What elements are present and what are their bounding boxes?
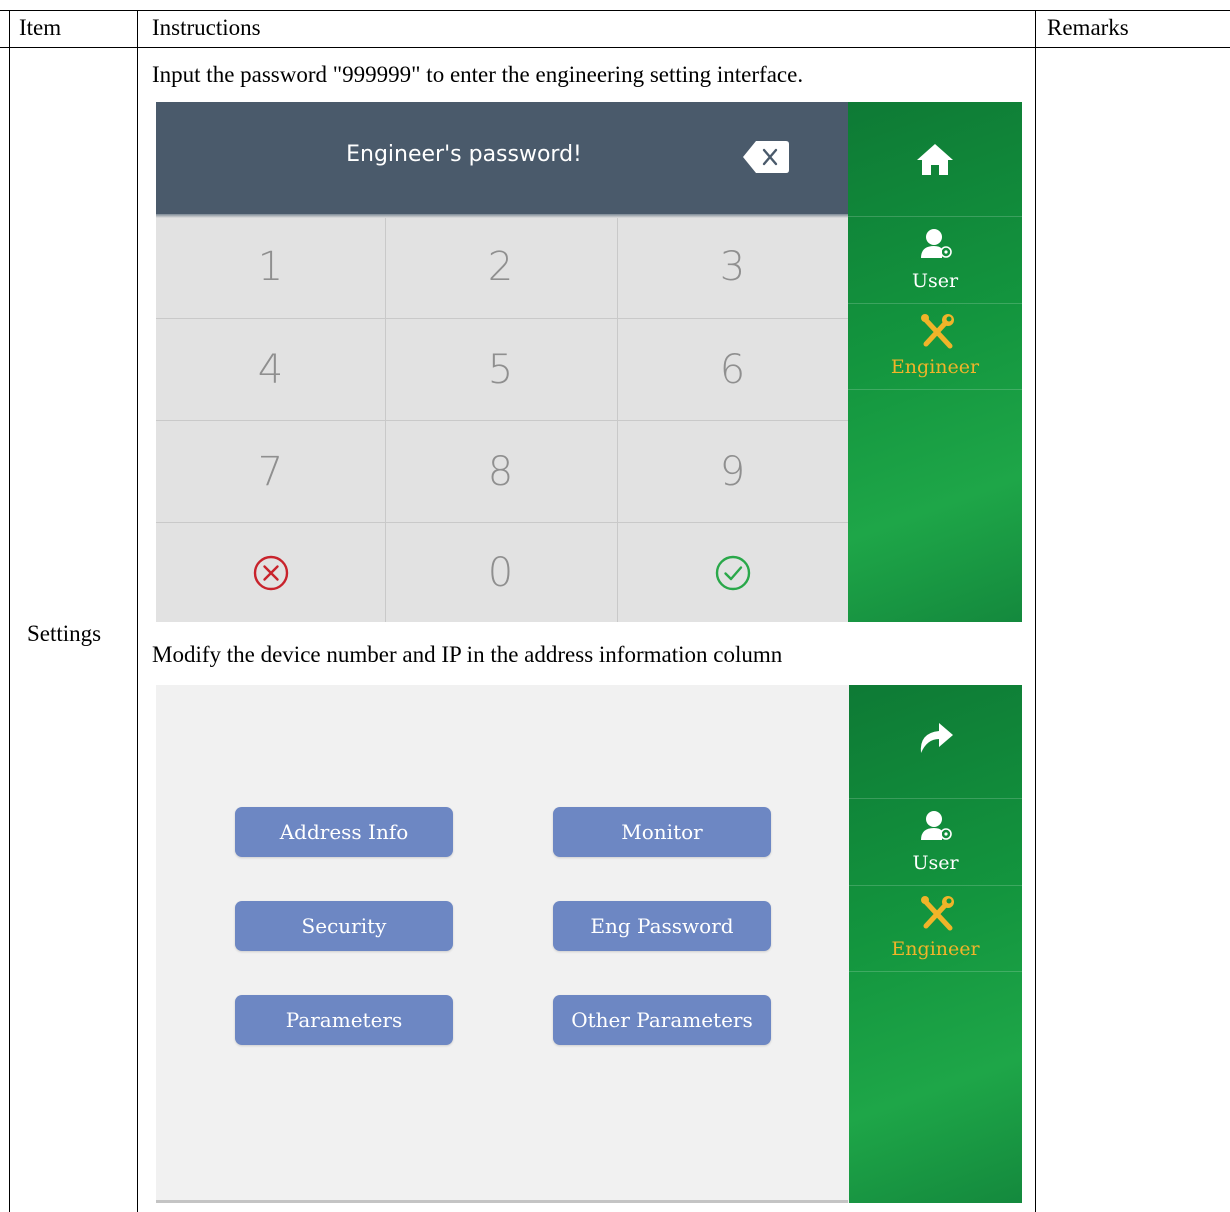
- header-item: Item: [19, 15, 62, 40]
- key-4[interactable]: 4: [156, 319, 385, 421]
- menu-sidebar: User Engineer: [849, 685, 1022, 1203]
- key-8[interactable]: 8: [386, 421, 615, 523]
- key-0[interactable]: 0: [386, 523, 615, 622]
- table-divider-remarks: [1035, 10, 1036, 1212]
- check-circle-icon: [715, 555, 750, 590]
- key-7[interactable]: 7: [156, 421, 385, 523]
- header-instructions: Instructions: [152, 15, 261, 40]
- parameters-button[interactable]: Parameters: [235, 995, 453, 1045]
- sidebar-engineer-label[interactable]: Engineer: [849, 938, 1022, 960]
- sidebar-user-label[interactable]: User: [849, 852, 1022, 874]
- password-header: Engineer's password!: [156, 102, 848, 214]
- password-title: Engineer's password!: [346, 142, 582, 167]
- key-2[interactable]: 2: [386, 216, 615, 318]
- confirm-key[interactable]: [618, 523, 847, 622]
- user-icon[interactable]: [920, 228, 954, 265]
- instruction-step-1: Input the password "999999" to enter the…: [152, 62, 804, 87]
- cancel-key[interactable]: [156, 523, 385, 622]
- home-icon[interactable]: [916, 142, 954, 181]
- panel-bottom-edge: [156, 1200, 848, 1203]
- table-divider-item: [137, 10, 138, 1212]
- user-icon[interactable]: [920, 810, 954, 847]
- security-button[interactable]: Security: [235, 901, 453, 951]
- cancel-circle-icon: [253, 555, 288, 590]
- sidebar-separator: [848, 389, 1022, 390]
- key-3[interactable]: 3: [618, 216, 847, 318]
- return-arrow-icon[interactable]: [917, 719, 955, 760]
- sidebar-separator: [849, 971, 1022, 972]
- sidebar-user-label[interactable]: User: [848, 270, 1022, 292]
- sidebar-separator: [849, 885, 1022, 886]
- header-remarks: Remarks: [1047, 15, 1129, 40]
- address-info-button[interactable]: Address Info: [235, 807, 453, 857]
- eng-password-button[interactable]: Eng Password: [553, 901, 771, 951]
- table-border-left: [9, 10, 10, 1212]
- key-1[interactable]: 1: [156, 216, 385, 318]
- key-9[interactable]: 9: [618, 421, 847, 523]
- sidebar-separator: [849, 798, 1022, 799]
- monitor-button[interactable]: Monitor: [553, 807, 771, 857]
- key-6[interactable]: 6: [618, 319, 847, 421]
- password-screen: Engineer's password! 1 2 3 4 5 6 7 8 9 0: [156, 102, 1022, 622]
- table-border-top: [0, 10, 1230, 11]
- engineer-menu-screen: Address Info Monitor Security Eng Passwo…: [156, 685, 1022, 1203]
- engineer-tools-icon[interactable]: [920, 896, 954, 937]
- instruction-step-2: Modify the device number and IP in the a…: [152, 642, 783, 667]
- item-settings: Settings: [27, 621, 102, 646]
- sidebar-separator: [848, 216, 1022, 217]
- backspace-icon[interactable]: [742, 139, 790, 175]
- key-5[interactable]: 5: [386, 319, 615, 421]
- table-border-header-bottom: [0, 47, 1230, 48]
- engineer-tools-icon[interactable]: [920, 314, 954, 355]
- other-parameters-button[interactable]: Other Parameters: [553, 995, 771, 1045]
- sidebar-engineer-label[interactable]: Engineer: [848, 356, 1022, 378]
- password-sidebar: User Engineer: [848, 102, 1022, 622]
- sidebar-separator: [848, 303, 1022, 304]
